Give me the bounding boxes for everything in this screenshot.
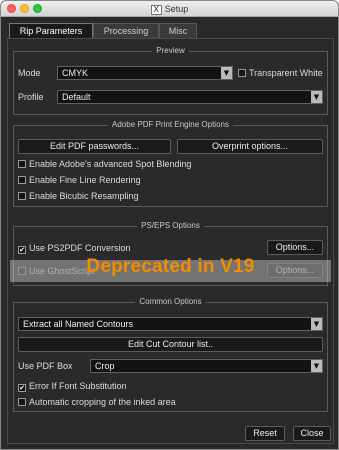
pdf-box-value: Crop	[95, 361, 115, 371]
pdf-box-label: Use PDF Box	[18, 361, 73, 371]
adobe-pdf-group: Adobe PDF Print Engine Options Edit PDF …	[13, 120, 328, 207]
profile-label: Profile	[18, 92, 44, 102]
tab-processing[interactable]: Processing	[93, 23, 159, 38]
fine-line-label: Enable Fine Line Rendering	[29, 175, 141, 185]
bicubic-label: Enable Bicubic Resampling	[29, 191, 139, 201]
profile-value: Default	[62, 92, 91, 102]
contours-value: Extract all Named Contours	[23, 319, 134, 329]
pdf-box-select[interactable]: Crop ▼	[90, 359, 323, 373]
edit-cut-contour-button[interactable]: Edit Cut Contour list..	[18, 337, 323, 352]
tab-rip-parameters[interactable]: Rip Parameters	[9, 23, 93, 38]
ps-eps-group-title: PS/EPS Options	[14, 221, 327, 233]
font-substitution-label: Error If Font Substitution	[29, 381, 127, 391]
transparent-white-label: Transparent White	[249, 68, 323, 78]
title-bar[interactable]: X Setup	[1, 1, 338, 17]
overprint-options-button[interactable]: Overprint options...	[177, 139, 323, 154]
ps2pdf-label: Use PS2PDF Conversion	[29, 243, 131, 253]
fine-line-checkbox[interactable]: Enable Fine Line Rendering	[18, 175, 141, 186]
font-substitution-checkbox[interactable]: ✔ Error If Font Substitution	[18, 381, 127, 392]
setup-window: X Setup Rip Parameters Processing Misc Pr…	[0, 0, 339, 450]
chevron-down-icon: ▼	[311, 360, 322, 372]
window-title: Setup	[164, 4, 189, 14]
checkbox-icon	[18, 176, 26, 184]
check-mark-icon: ✔	[18, 246, 26, 254]
transparent-white-checkbox[interactable]: Transparent White	[238, 68, 323, 79]
ps2pdf-options-button[interactable]: Options...	[267, 240, 323, 255]
mode-select[interactable]: CMYK ▼	[57, 66, 233, 80]
common-options-group-title: Common Options	[14, 297, 327, 309]
mode-value: CMYK	[62, 68, 89, 78]
tab-misc[interactable]: Misc	[159, 23, 197, 38]
contours-select[interactable]: Extract all Named Contours ▼	[18, 317, 323, 331]
deprecated-overlay-text: Deprecated in V19	[86, 256, 255, 277]
ps2pdf-checkbox[interactable]: ✔ Use PS2PDF Conversion	[18, 243, 131, 254]
adobe-pdf-group-title: Adobe PDF Print Engine Options	[14, 120, 327, 132]
profile-select[interactable]: Default ▼	[57, 90, 323, 104]
edit-pdf-passwords-button[interactable]: Edit PDF passwords...	[18, 139, 171, 154]
x11-icon: X	[150, 4, 162, 15]
reset-button[interactable]: Reset	[245, 426, 285, 441]
auto-crop-label: Automatic cropping of the inked area	[29, 397, 176, 407]
checkbox-icon	[18, 160, 26, 168]
spot-blending-checkbox[interactable]: Enable Adobe's advanced Spot Blending	[18, 159, 191, 170]
auto-crop-checkbox[interactable]: Automatic cropping of the inked area	[18, 397, 176, 408]
chevron-down-icon: ▼	[311, 318, 322, 330]
checkbox-icon	[238, 69, 246, 77]
common-options-group: Common Options Extract all Named Contour…	[13, 297, 328, 412]
check-mark-icon: ✔	[18, 384, 26, 392]
chevron-down-icon: ▼	[221, 67, 232, 79]
spot-blending-label: Enable Adobe's advanced Spot Blending	[29, 159, 192, 169]
chevron-down-icon: ▼	[311, 91, 322, 103]
close-button[interactable]: Close	[293, 426, 331, 441]
bicubic-checkbox[interactable]: Enable Bicubic Resampling	[18, 191, 139, 202]
window-title-wrap: X Setup	[1, 2, 338, 16]
checkbox-icon	[18, 398, 26, 406]
mode-label: Mode	[18, 68, 41, 78]
preview-group-title: Preview	[14, 46, 327, 58]
preview-group: Preview Mode CMYK ▼ Transparent White Pr…	[13, 46, 328, 115]
tab-panel: Preview Mode CMYK ▼ Transparent White Pr…	[7, 38, 334, 444]
checkbox-icon	[18, 192, 26, 200]
